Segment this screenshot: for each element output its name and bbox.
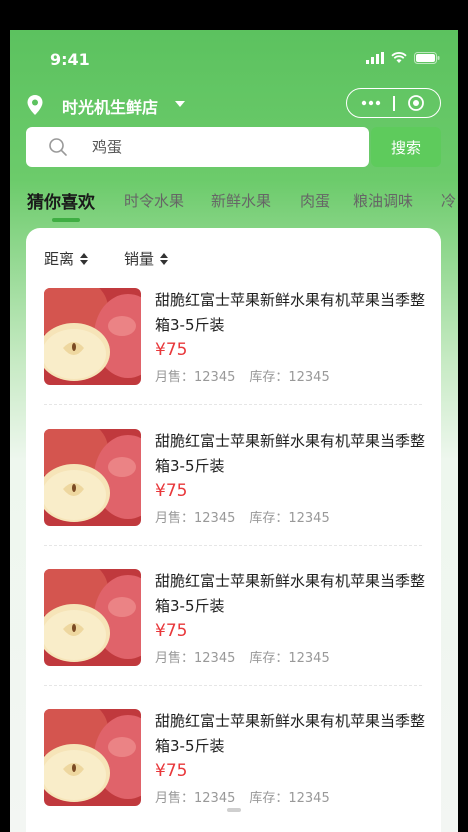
phone-screen: 9:41 时光机生鲜店 鸡蛋 搜索 猜你喜欢 时令水果 新鲜水果 肉蛋 粮油调味… bbox=[10, 30, 458, 832]
search-icon bbox=[49, 138, 67, 156]
monthly-sales: 月售：12345 bbox=[155, 791, 236, 806]
tab-guess-you-like[interactable]: 猜你喜欢 bbox=[27, 188, 95, 213]
search-box[interactable] bbox=[26, 127, 369, 167]
stock: 库存：12345 bbox=[249, 651, 330, 666]
tab-grain-oil[interactable]: 粮油调味 bbox=[353, 190, 413, 211]
product-item[interactable]: 甜脆红富士苹果新鲜水果有机苹果当季整箱3-5斤装 ¥75 月售：12345 库存：… bbox=[26, 429, 441, 569]
product-meta: 月售：12345 库存：12345 bbox=[155, 647, 330, 666]
location-pin-icon bbox=[27, 95, 43, 115]
sort-distance[interactable]: 距离 bbox=[44, 248, 89, 269]
stock: 库存：12345 bbox=[249, 370, 330, 385]
active-tab-indicator bbox=[52, 218, 80, 222]
monthly-sales: 月售：12345 bbox=[155, 370, 236, 385]
search-input[interactable] bbox=[92, 127, 352, 167]
product-title: 甜脆红富士苹果新鲜水果有机苹果当季整箱3-5斤装 bbox=[155, 572, 426, 615]
category-tabs: 猜你喜欢 时令水果 新鲜水果 肉蛋 粮油调味 冷 bbox=[10, 186, 458, 222]
product-image[interactable] bbox=[44, 288, 141, 385]
product-price: ¥75 bbox=[155, 481, 188, 501]
product-price: ¥75 bbox=[155, 621, 188, 641]
monthly-sales: 月售：12345 bbox=[155, 651, 236, 666]
scroll-indicator bbox=[227, 808, 241, 812]
store-name[interactable]: 时光机生鲜店 bbox=[62, 94, 158, 118]
tab-seasonal-fruit[interactable]: 时令水果 bbox=[124, 190, 184, 211]
item-divider bbox=[44, 545, 422, 546]
signal-icon bbox=[366, 52, 384, 64]
stock: 库存：12345 bbox=[249, 511, 330, 526]
product-item[interactable]: 甜脆红富士苹果新鲜水果有机苹果当季整箱3-5斤装 ¥75 月售：12345 库存：… bbox=[26, 569, 441, 709]
product-meta: 月售：12345 库存：12345 bbox=[155, 507, 330, 526]
capsule-divider bbox=[393, 96, 395, 111]
product-title: 甜脆红富士苹果新鲜水果有机苹果当季整箱3-5斤装 bbox=[155, 712, 426, 755]
caret-down-icon[interactable] bbox=[174, 100, 186, 108]
sort-sales-label: 销量 bbox=[124, 250, 155, 268]
sort-arrows-icon bbox=[80, 252, 89, 265]
status-time: 9:41 bbox=[50, 50, 90, 69]
product-title: 甜脆红富士苹果新鲜水果有机苹果当季整箱3-5斤装 bbox=[155, 291, 426, 334]
search-button[interactable]: 搜索 bbox=[371, 127, 441, 167]
sort-sales[interactable]: 销量 bbox=[124, 248, 169, 269]
product-meta: 月售：12345 库存：12345 bbox=[155, 787, 330, 806]
wifi-icon bbox=[391, 52, 407, 63]
product-image[interactable] bbox=[44, 569, 141, 666]
product-image[interactable] bbox=[44, 429, 141, 526]
item-divider bbox=[44, 685, 422, 686]
product-title: 甜脆红富士苹果新鲜水果有机苹果当季整箱3-5斤装 bbox=[155, 432, 426, 475]
item-divider bbox=[44, 404, 422, 405]
product-meta: 月售：12345 库存：12345 bbox=[155, 366, 330, 385]
product-item[interactable]: 甜脆红富士苹果新鲜水果有机苹果当季整箱3-5斤装 ¥75 月售：12345 库存：… bbox=[26, 709, 441, 832]
tab-frozen[interactable]: 冷 bbox=[441, 190, 456, 211]
sort-arrows-icon bbox=[160, 252, 169, 265]
tab-fresh-fruit[interactable]: 新鲜水果 bbox=[211, 190, 271, 211]
monthly-sales: 月售：12345 bbox=[155, 511, 236, 526]
product-image[interactable] bbox=[44, 709, 141, 806]
mini-program-capsule bbox=[346, 88, 441, 118]
status-bar: 9:41 bbox=[10, 30, 458, 88]
product-item[interactable]: 甜脆红富士苹果新鲜水果有机苹果当季整箱3-5斤装 ¥75 月售：12345 库存：… bbox=[26, 288, 441, 428]
more-dots-icon[interactable] bbox=[361, 99, 381, 107]
sort-distance-label: 距离 bbox=[44, 250, 75, 268]
stock: 库存：12345 bbox=[249, 791, 330, 806]
product-price: ¥75 bbox=[155, 761, 188, 781]
store-selector-row: 时光机生鲜店 bbox=[10, 88, 458, 128]
target-icon[interactable] bbox=[407, 94, 425, 112]
product-list-card: 距离 销量 甜脆红富士苹果新鲜水果有机苹果当季整箱3-5斤装 ¥75 月售：12… bbox=[26, 228, 441, 832]
tab-meat-eggs[interactable]: 肉蛋 bbox=[300, 190, 330, 211]
product-price: ¥75 bbox=[155, 340, 188, 360]
status-icons bbox=[366, 52, 440, 64]
battery-icon bbox=[414, 52, 440, 64]
